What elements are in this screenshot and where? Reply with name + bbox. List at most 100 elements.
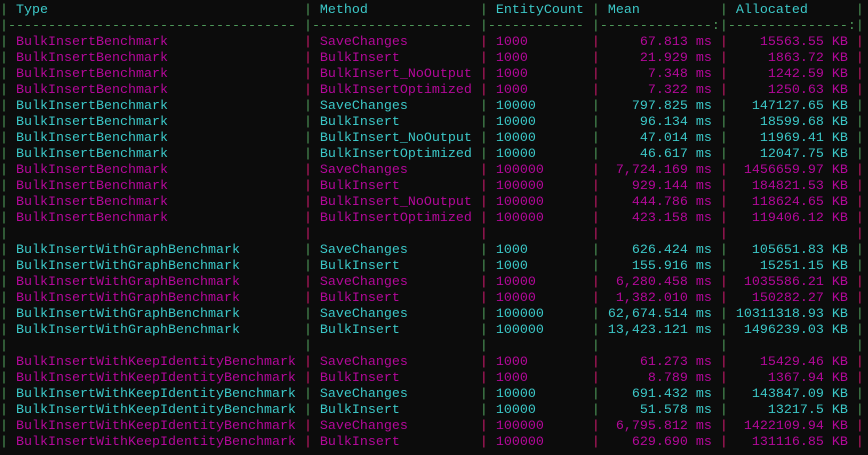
column-separator: | (0, 195, 8, 210)
column-separator: | (719, 435, 728, 450)
cell-type: BulkInsertBenchmark (8, 51, 304, 66)
column-separator: | (855, 99, 864, 114)
table-spacer-row: | | | | | | (0, 227, 864, 243)
cell-method: BulkInsert (311, 51, 480, 66)
cell-mean: 47.014 ms (599, 131, 720, 146)
cell-type: BulkInsertBenchmark (8, 99, 304, 114)
column-separator: | (591, 387, 600, 402)
table-row: | BulkInsertBenchmark | BulkInsertOptimi… (0, 83, 864, 99)
cell-type: BulkInsertBenchmark (8, 179, 304, 194)
column-separator: | (591, 147, 600, 162)
column-separator: | (719, 131, 728, 146)
cell-mean: 96.134 ms (599, 115, 720, 130)
cell-entity-count: 10000 (487, 387, 592, 402)
column-separator: | (719, 51, 728, 66)
cell-mean: 1,382.010 ms (599, 291, 720, 306)
column-separator: | (591, 163, 600, 178)
cell-mean: 51.578 ms (599, 403, 720, 418)
cell-type: BulkInsertBenchmark (8, 115, 304, 130)
cell-method: SaveChanges (311, 355, 480, 370)
table-row: | BulkInsertWithKeepIdentityBenchmark | … (0, 403, 864, 419)
column-separator: | (719, 419, 728, 434)
table-row: | BulkInsertWithGraphBenchmark | SaveCha… (0, 307, 864, 323)
column-separator: | (479, 147, 488, 162)
column-separator: | (479, 371, 488, 386)
table-row: | BulkInsertBenchmark | BulkInsert_NoOut… (0, 195, 864, 211)
cell-method: BulkInsert (311, 179, 480, 194)
table-spacer-row: | | | | | | (0, 339, 864, 355)
column-separator: | (479, 403, 488, 418)
column-separator: | (855, 403, 864, 418)
column-separator: | (855, 19, 864, 34)
cell-type: BulkInsertWithGraphBenchmark (8, 307, 304, 322)
column-separator: | (303, 51, 312, 66)
cell-type: BulkInsertBenchmark (8, 67, 304, 82)
column-separator: | (591, 179, 600, 194)
table-row: | BulkInsertBenchmark | BulkInsertOptimi… (0, 147, 864, 163)
cell-type: BulkInsertWithKeepIdentityBenchmark (8, 387, 304, 402)
table-row: | BulkInsertWithGraphBenchmark | SaveCha… (0, 243, 864, 259)
column-separator: | (0, 131, 8, 146)
column-separator: | (0, 275, 8, 290)
column-separator: | (591, 3, 600, 18)
column-separator: | (303, 147, 312, 162)
column-separator: | (0, 403, 8, 418)
cell-mean (600, 227, 720, 242)
cell-method: BulkInsert (311, 403, 480, 418)
cell-mean: 21.929 ms (599, 51, 720, 66)
column-separator: | (479, 435, 488, 450)
column-separator: | (479, 307, 488, 322)
cell-method: BulkInsert_NoOutput (311, 67, 480, 82)
column-separator: | (591, 19, 600, 34)
column-separator: | (0, 211, 8, 226)
column-separator: | (591, 355, 600, 370)
column-separator: | (591, 371, 600, 386)
column-separator: | (303, 355, 312, 370)
table-header: | Type | Method | EntityCount | Mean | A… (0, 3, 864, 19)
column-separator: | (855, 3, 864, 18)
column-separator: | (591, 211, 600, 226)
cell-mean: 6,280.458 ms (599, 275, 720, 290)
column-separator: | (0, 339, 8, 354)
cell-type: BulkInsertWithKeepIdentityBenchmark (8, 355, 304, 370)
cell-allocated: 184821.53 KB (727, 179, 856, 194)
column-separator: | (719, 35, 728, 50)
table-row: | BulkInsertBenchmark | BulkInsert | 100… (0, 115, 864, 131)
column-separator: | (719, 275, 728, 290)
column-separator: | (479, 99, 488, 114)
column-separator: | (591, 275, 600, 290)
column-separator: | (303, 163, 312, 178)
cell-method: BulkInsert (311, 323, 480, 338)
column-separator: | (0, 51, 8, 66)
column-separator: | (0, 259, 8, 274)
cell-mean: 155.916 ms (599, 259, 720, 274)
cell-entity-count: 10000 (487, 115, 592, 130)
table-row: | BulkInsertWithKeepIdentityBenchmark | … (0, 419, 864, 435)
column-separator: | (0, 19, 8, 34)
cell-method: BulkInsert (311, 259, 480, 274)
cell-allocated: 15251.15 KB (727, 259, 856, 274)
cell-entity-count: 100000 (487, 419, 592, 434)
cell-allocated: 10311318.93 KB (727, 307, 856, 322)
cell-entity-count: 1000 (487, 371, 592, 386)
column-separator: | (855, 179, 864, 194)
column-separator: | (0, 227, 8, 242)
column-separator: | (591, 83, 600, 98)
column-separator: | (303, 211, 312, 226)
column-separator: | (0, 67, 8, 82)
column-separator: | (855, 387, 864, 402)
column-separator: | (591, 243, 600, 258)
column-separator: | (855, 163, 864, 178)
column-separator: | (303, 67, 312, 82)
cell-entity-count: 10000 (487, 403, 592, 418)
column-separator: | (0, 355, 8, 370)
cell-mean: 7.348 ms (599, 67, 720, 82)
cell-type: BulkInsertBenchmark (8, 83, 304, 98)
column-separator: | (0, 147, 8, 162)
column-separator: | (479, 419, 488, 434)
cell-allocated: 105651.83 KB (727, 243, 856, 258)
column-separator: | (479, 35, 488, 50)
column-separator: | (303, 35, 312, 50)
column-separator: | (303, 403, 312, 418)
cell-allocated: 131116.85 KB (727, 435, 856, 450)
